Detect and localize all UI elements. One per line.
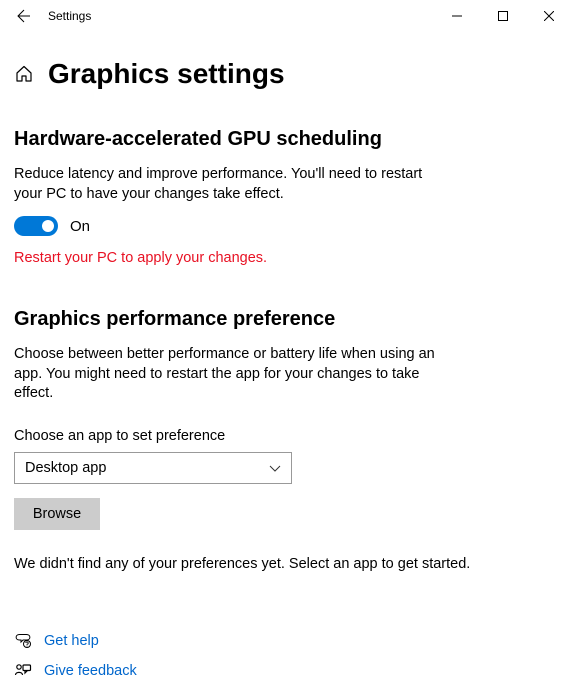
back-arrow-icon [16,8,32,24]
titlebar: Settings [0,0,572,32]
empty-preferences-message: We didn't find any of your preferences y… [14,556,558,572]
page-title: Graphics settings [48,58,285,90]
browse-button[interactable]: Browse [14,498,100,530]
get-help-row: Get help [14,632,558,650]
close-button[interactable] [526,0,572,32]
gpu-scheduling-toggle-row: On [14,216,558,236]
maximize-button[interactable] [480,0,526,32]
get-help-link[interactable]: Get help [44,633,99,649]
back-button[interactable] [8,0,40,32]
toggle-knob [42,220,54,232]
give-feedback-row: Give feedback [14,662,558,680]
gpu-scheduling-description: Reduce latency and improve performance. … [14,165,454,204]
gpu-scheduling-toggle[interactable] [14,216,58,236]
app-type-dropdown[interactable]: Desktop app [14,452,292,484]
app-type-label: Choose an app to set preference [14,428,558,444]
minimize-icon [452,11,462,21]
gpu-scheduling-toggle-label: On [70,218,90,235]
give-feedback-link[interactable]: Give feedback [44,663,137,679]
home-icon[interactable] [14,64,34,84]
feedback-icon [14,662,32,680]
dropdown-value: Desktop app [25,460,106,476]
maximize-icon [498,11,508,21]
chevron-down-icon [269,462,281,474]
close-icon [544,11,554,21]
page-header: Graphics settings [14,58,558,90]
help-icon [14,632,32,650]
restart-message: Restart your PC to apply your changes. [14,250,558,266]
performance-pref-heading: Graphics performance preference [14,308,558,331]
window-title: Settings [40,9,91,23]
minimize-button[interactable] [434,0,480,32]
performance-pref-description: Choose between better performance or bat… [14,345,454,404]
gpu-scheduling-heading: Hardware-accelerated GPU scheduling [14,128,558,151]
